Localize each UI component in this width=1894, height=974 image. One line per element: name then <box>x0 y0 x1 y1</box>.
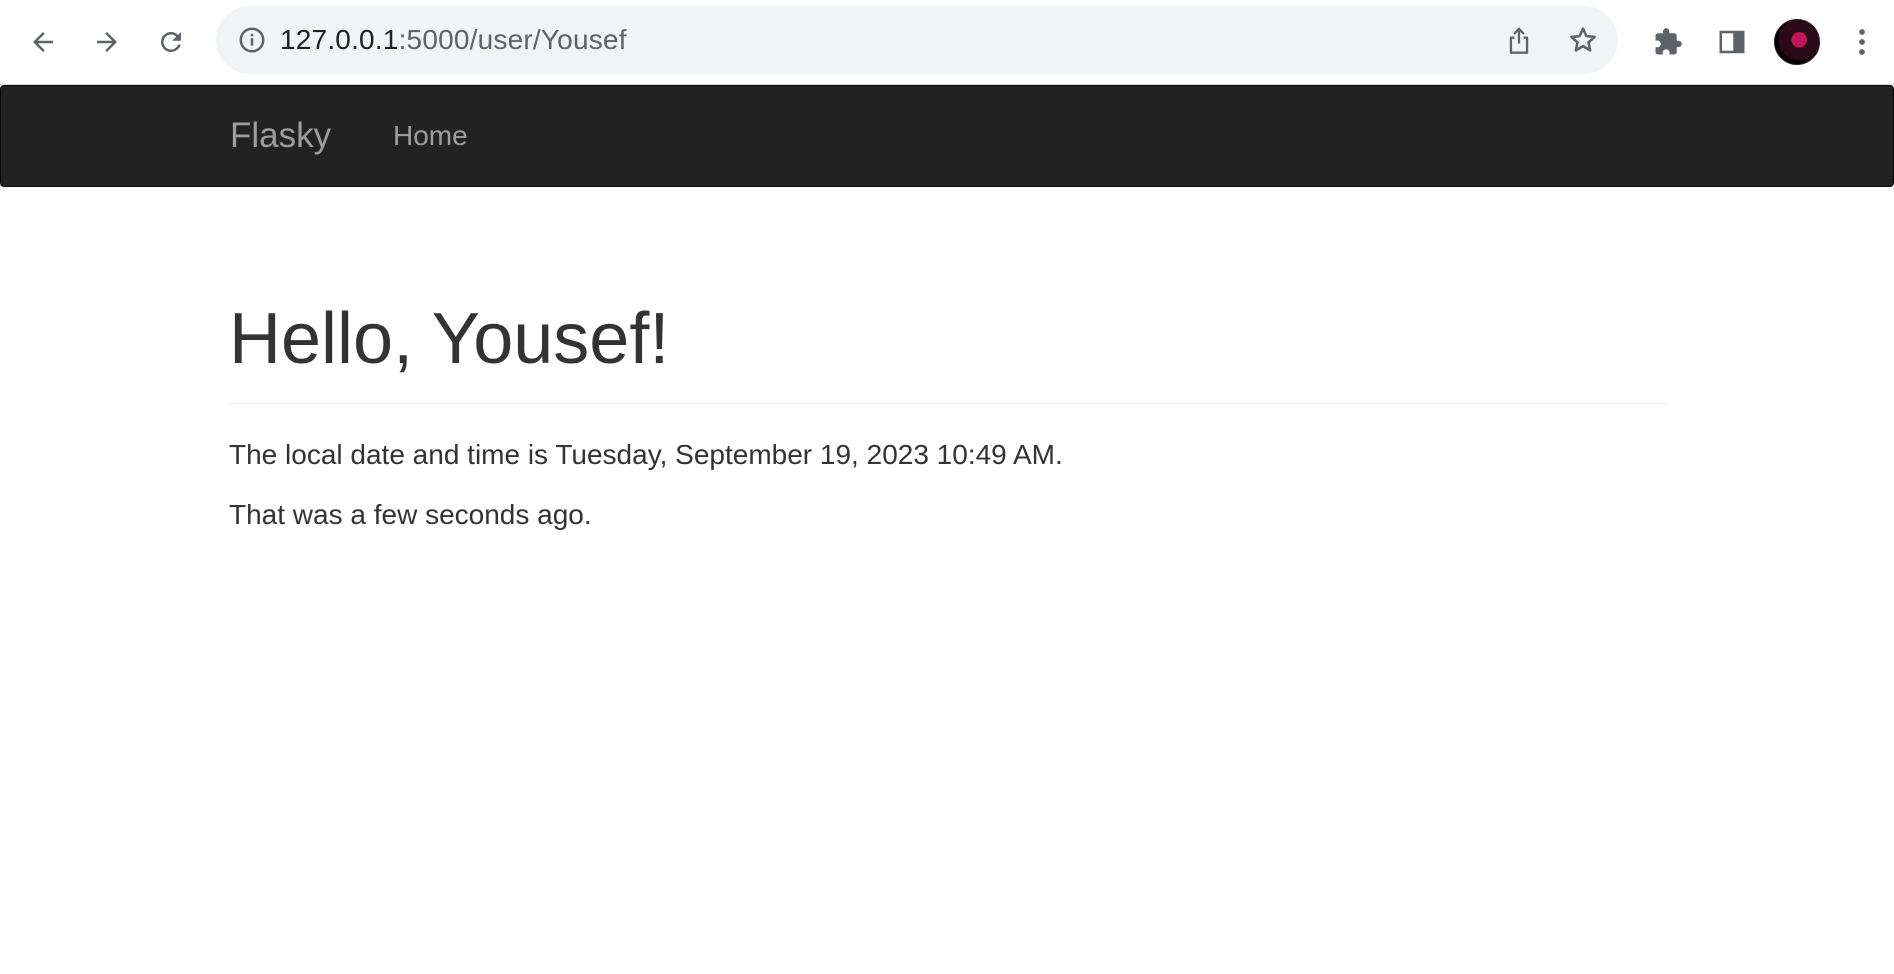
url-path: :5000/user/Yousef <box>398 24 627 55</box>
profile-avatar[interactable] <box>1774 19 1820 65</box>
page-title: Hello, Yousef! <box>229 299 670 379</box>
reload-icon <box>160 31 181 52</box>
navigation-buttons <box>21 20 193 64</box>
share-icon[interactable] <box>1502 23 1536 57</box>
main-content: Hello, Yousef! The local date and time i… <box>229 299 1669 558</box>
forward-button[interactable] <box>85 20 129 64</box>
forward-arrow-icon <box>97 32 117 52</box>
url-host: 127.0.0.1 <box>280 24 399 55</box>
page-header: Hello, Yousef! <box>229 299 1669 405</box>
local-datetime-text: The local date and time is Tuesday, Sept… <box>229 439 1063 471</box>
address-bar[interactable]: 127.0.0.1:5000/user/Yousef <box>216 6 1618 74</box>
browser-extensions-area <box>1646 0 1894 84</box>
extensions-puzzle-icon[interactable] <box>1646 20 1690 64</box>
bookmark-star-icon[interactable] <box>1566 23 1600 57</box>
content-body: The local date and time is Tuesday, Sept… <box>229 438 1669 532</box>
site-info-icon[interactable] <box>236 24 268 56</box>
relative-time-text: That was a few seconds ago. <box>229 499 592 531</box>
navbar-brand[interactable]: Flasky <box>230 86 331 186</box>
back-button[interactable] <box>21 20 65 64</box>
address-bar-actions <box>1502 6 1600 74</box>
site-navbar: Flasky Home <box>0 85 1894 187</box>
back-arrow-icon <box>33 32 53 52</box>
reload-button[interactable] <box>149 20 193 64</box>
browser-toolbar: 127.0.0.1:5000/user/Yousef <box>0 0 1894 85</box>
more-menu-icon[interactable] <box>1840 20 1884 64</box>
nav-link-home[interactable]: Home <box>393 86 468 186</box>
side-panel-icon[interactable] <box>1710 20 1754 64</box>
url-text[interactable]: 127.0.0.1:5000/user/Yousef <box>280 24 627 56</box>
